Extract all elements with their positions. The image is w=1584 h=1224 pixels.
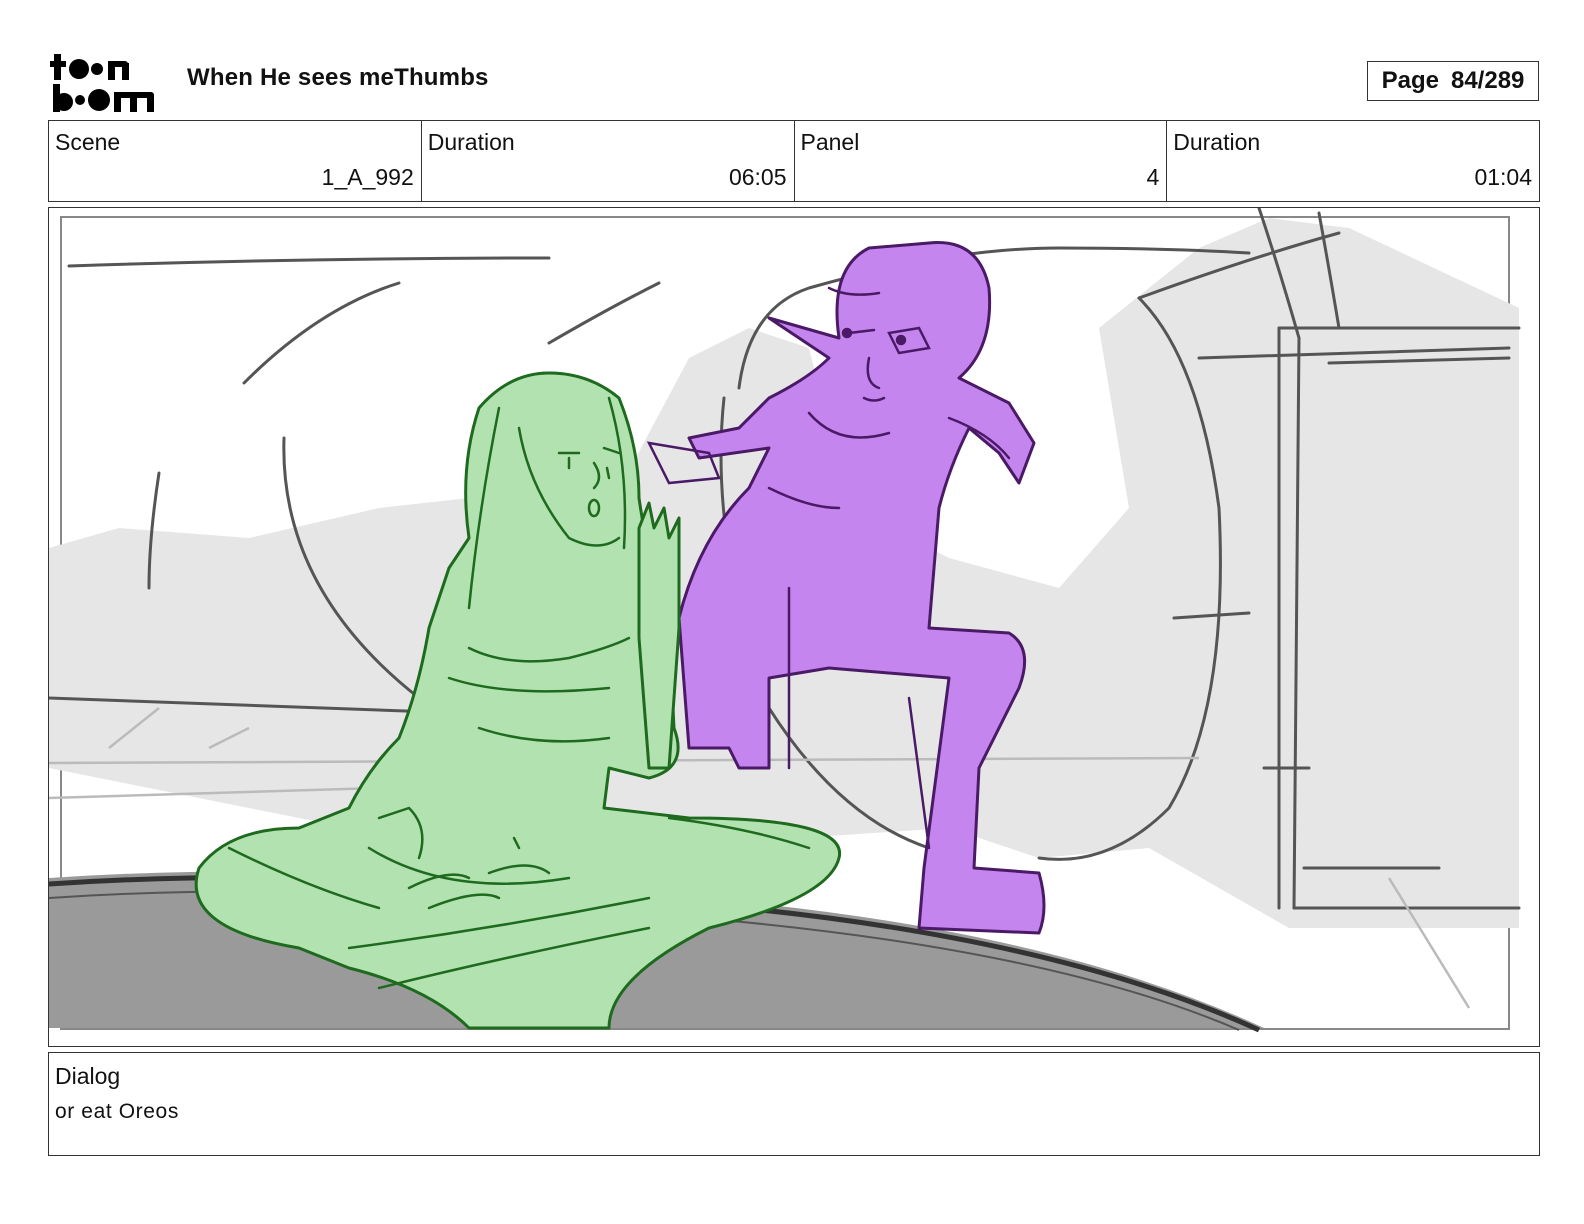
panel-label: Panel [800, 129, 860, 155]
scene-value: 1_A_992 [321, 164, 414, 190]
panel-duration-value: 01:04 [1474, 164, 1532, 190]
project-title: When He sees meThumbs [187, 64, 489, 91]
panel-value: 4 [1146, 164, 1160, 190]
scene-label: Scene [55, 129, 121, 155]
scene-duration-cell: Duration 06:05 [422, 121, 795, 201]
panel-info-row: Scene 1_A_992 Duration 06:05 Panel 4 Dur… [48, 120, 1540, 202]
panel-duration-label: Duration [1173, 129, 1261, 155]
dialog-box: Dialog or eat Oreos [48, 1052, 1540, 1156]
scene-cell: Scene 1_A_992 [49, 121, 422, 201]
panel-cell: Panel 4 [795, 121, 1168, 201]
storyboard-panel [48, 207, 1540, 1047]
dialog-label: Dialog [55, 1063, 121, 1089]
page-number: 84/289 [1450, 67, 1525, 94]
panel-duration-cell: Duration 01:04 [1167, 121, 1539, 201]
dialog-text: or eat Oreos [55, 1100, 179, 1123]
page-indicator: Page 84/289 [1367, 61, 1539, 101]
panel-sketch [49, 208, 1521, 1033]
toon-boom-logo [50, 50, 168, 114]
scene-duration-value: 06:05 [728, 164, 787, 190]
page-label: Page [1381, 67, 1439, 94]
scene-duration-label: Duration [427, 129, 515, 155]
